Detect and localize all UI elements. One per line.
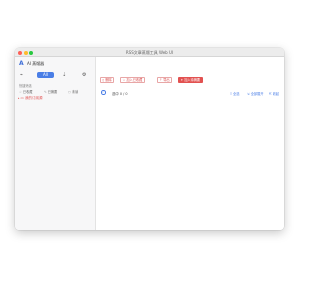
app-logo: A	[19, 60, 24, 67]
chevron-right-icon[interactable]: ▸	[18, 96, 19, 100]
circle-icon: ○	[68, 90, 71, 94]
expand-all-label: 全部展开	[250, 91, 264, 96]
chip-starred[interactable]: ☆ 已收藏	[19, 89, 32, 94]
delete-label: 删除	[105, 78, 112, 82]
chip-label: 未读	[71, 90, 79, 94]
upload-icon: ⇡	[159, 78, 163, 82]
expand-all-link[interactable]: ⇲ 全部展开	[247, 91, 263, 96]
app-window: RSS文章蒸馏工具 Web UI A AI 蒸馏器 ⌁ All ⇣ ⚙ 快捷筛选…	[15, 48, 284, 230]
tree-item-label: 我的订阅源	[24, 96, 43, 100]
section-label: 快捷筛选	[19, 84, 32, 88]
export-button[interactable]: ⇡ 导出	[157, 77, 173, 83]
sidebar: A AI 蒸馏器 ⌁ All ⇣ ⚙ 快捷筛选 ☆ 已收藏 ✎ 已摘要 ○ 未读…	[15, 57, 96, 230]
chip-label: 已收藏	[22, 90, 33, 94]
star-icon: ☆	[19, 90, 22, 94]
trash-icon: ▯	[102, 78, 105, 82]
collapse-link[interactable]: ⇱ 收起	[269, 91, 279, 96]
add-summary-label: 加入待摘要	[184, 78, 201, 82]
select-all-label: 全选	[233, 91, 240, 96]
app-name: AI 蒸馏器	[27, 61, 45, 66]
title-bar: RSS文章蒸馏工具 Web UI	[15, 48, 284, 57]
doc-icon: ✎	[44, 90, 47, 94]
sort-icon[interactable]: ⇣	[62, 72, 66, 78]
window-title: RSS文章蒸馏工具 Web UI	[125, 50, 174, 55]
export-label: 导出	[163, 78, 170, 82]
expand-icon: ⇲	[247, 91, 250, 96]
add-starred-label: 加入已收藏	[126, 78, 143, 82]
folder-icon: ▭	[20, 96, 24, 100]
gear-icon[interactable]: ⚙	[82, 72, 86, 78]
add-to-starred-button[interactable]: ☆ 加入已收藏	[120, 77, 145, 83]
filter-all-button[interactable]: All	[37, 72, 54, 78]
delete-button[interactable]: ▯ 删除	[100, 77, 115, 83]
add-to-summary-button[interactable]: ✦ 加入待摘要	[178, 77, 203, 83]
collapse-icon: ⇱	[269, 91, 272, 96]
main-panel: ▯ 删除 ☆ 加入已收藏 ⇡ 导出 ✦ 加入待摘要 ✓ 选中 0 / 0 ⁝⁝ …	[96, 57, 284, 230]
star-icon: ☆	[122, 78, 126, 82]
chip-summarized[interactable]: ✎ 已摘要	[44, 89, 57, 94]
chip-unread[interactable]: ○ 未读	[68, 89, 78, 94]
select-all-checkbox[interactable]: ✓	[101, 90, 106, 95]
grid-icon: ⁝⁝	[230, 91, 233, 96]
select-all-link[interactable]: ⁝⁝ 全选	[230, 91, 239, 96]
selection-count: 选中 0 / 0	[112, 91, 128, 96]
magic-icon: ✦	[180, 78, 184, 82]
tree-item-subscriptions[interactable]: ▸ ▭ 我的订阅源	[18, 96, 42, 101]
chip-label: 已摘要	[47, 90, 58, 94]
collapse-label: 收起	[272, 91, 280, 96]
rss-icon[interactable]: ⌁	[20, 72, 23, 78]
